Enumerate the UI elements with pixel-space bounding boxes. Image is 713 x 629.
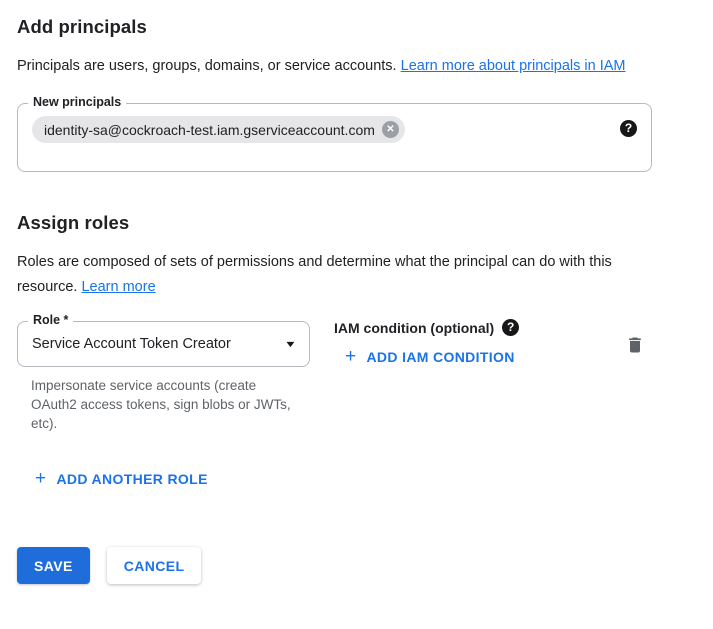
cancel-button[interactable]: CANCEL: [107, 547, 202, 584]
new-principals-field[interactable]: New principals identity-sa@cockroach-tes…: [17, 103, 652, 172]
delete-role-button[interactable]: [625, 335, 645, 358]
role-select-label: Role *: [28, 313, 73, 327]
add-another-role-button[interactable]: + ADD ANOTHER ROLE: [35, 471, 208, 487]
role-helper-text: Impersonate service accounts (create OAu…: [17, 376, 305, 433]
trash-icon: [625, 343, 645, 358]
page-title: Add principals: [17, 16, 696, 38]
roles-description: Roles are composed of sets of permission…: [17, 250, 669, 300]
add-iam-condition-button[interactable]: + ADD IAM CONDITION: [345, 349, 515, 365]
footer-actions: SAVE CANCEL: [17, 547, 696, 584]
role-select[interactable]: Role * Service Account Token Creator ▼: [17, 321, 310, 367]
assign-roles-title: Assign roles: [17, 212, 696, 234]
iam-condition-help-icon[interactable]: ?: [502, 319, 519, 336]
save-button[interactable]: SAVE: [17, 547, 90, 584]
iam-condition-label: IAM condition (optional): [334, 320, 494, 336]
add-another-role-label: ADD ANOTHER ROLE: [56, 471, 207, 487]
role-assignment-row: Role * Service Account Token Creator ▼ I…: [17, 321, 696, 433]
role-column: Role * Service Account Token Creator ▼ I…: [17, 321, 310, 433]
role-select-value: Service Account Token Creator: [32, 336, 231, 352]
learn-more-principals-link[interactable]: Learn more about principals in IAM: [401, 58, 626, 74]
principals-description-text: Principals are users, groups, domains, o…: [17, 58, 401, 74]
learn-more-roles-link[interactable]: Learn more: [81, 279, 155, 295]
iam-condition-column: IAM condition (optional) ? + ADD IAM CON…: [334, 321, 539, 367]
principal-chip: identity-sa@cockroach-test.iam.gservicea…: [32, 116, 405, 143]
chip-close-icon[interactable]: ✕: [382, 121, 399, 138]
plus-icon: +: [345, 349, 356, 365]
new-principals-help-icon[interactable]: ?: [620, 120, 637, 137]
iam-condition-label-row: IAM condition (optional) ?: [334, 319, 539, 336]
principal-chip-value: identity-sa@cockroach-test.iam.gservicea…: [44, 122, 375, 138]
add-iam-condition-label: ADD IAM CONDITION: [366, 349, 514, 365]
chevron-down-icon: ▼: [284, 339, 297, 349]
new-principals-label: New principals: [28, 95, 126, 109]
plus-icon: +: [35, 471, 46, 487]
principals-description: Principals are users, groups, domains, o…: [17, 54, 669, 79]
